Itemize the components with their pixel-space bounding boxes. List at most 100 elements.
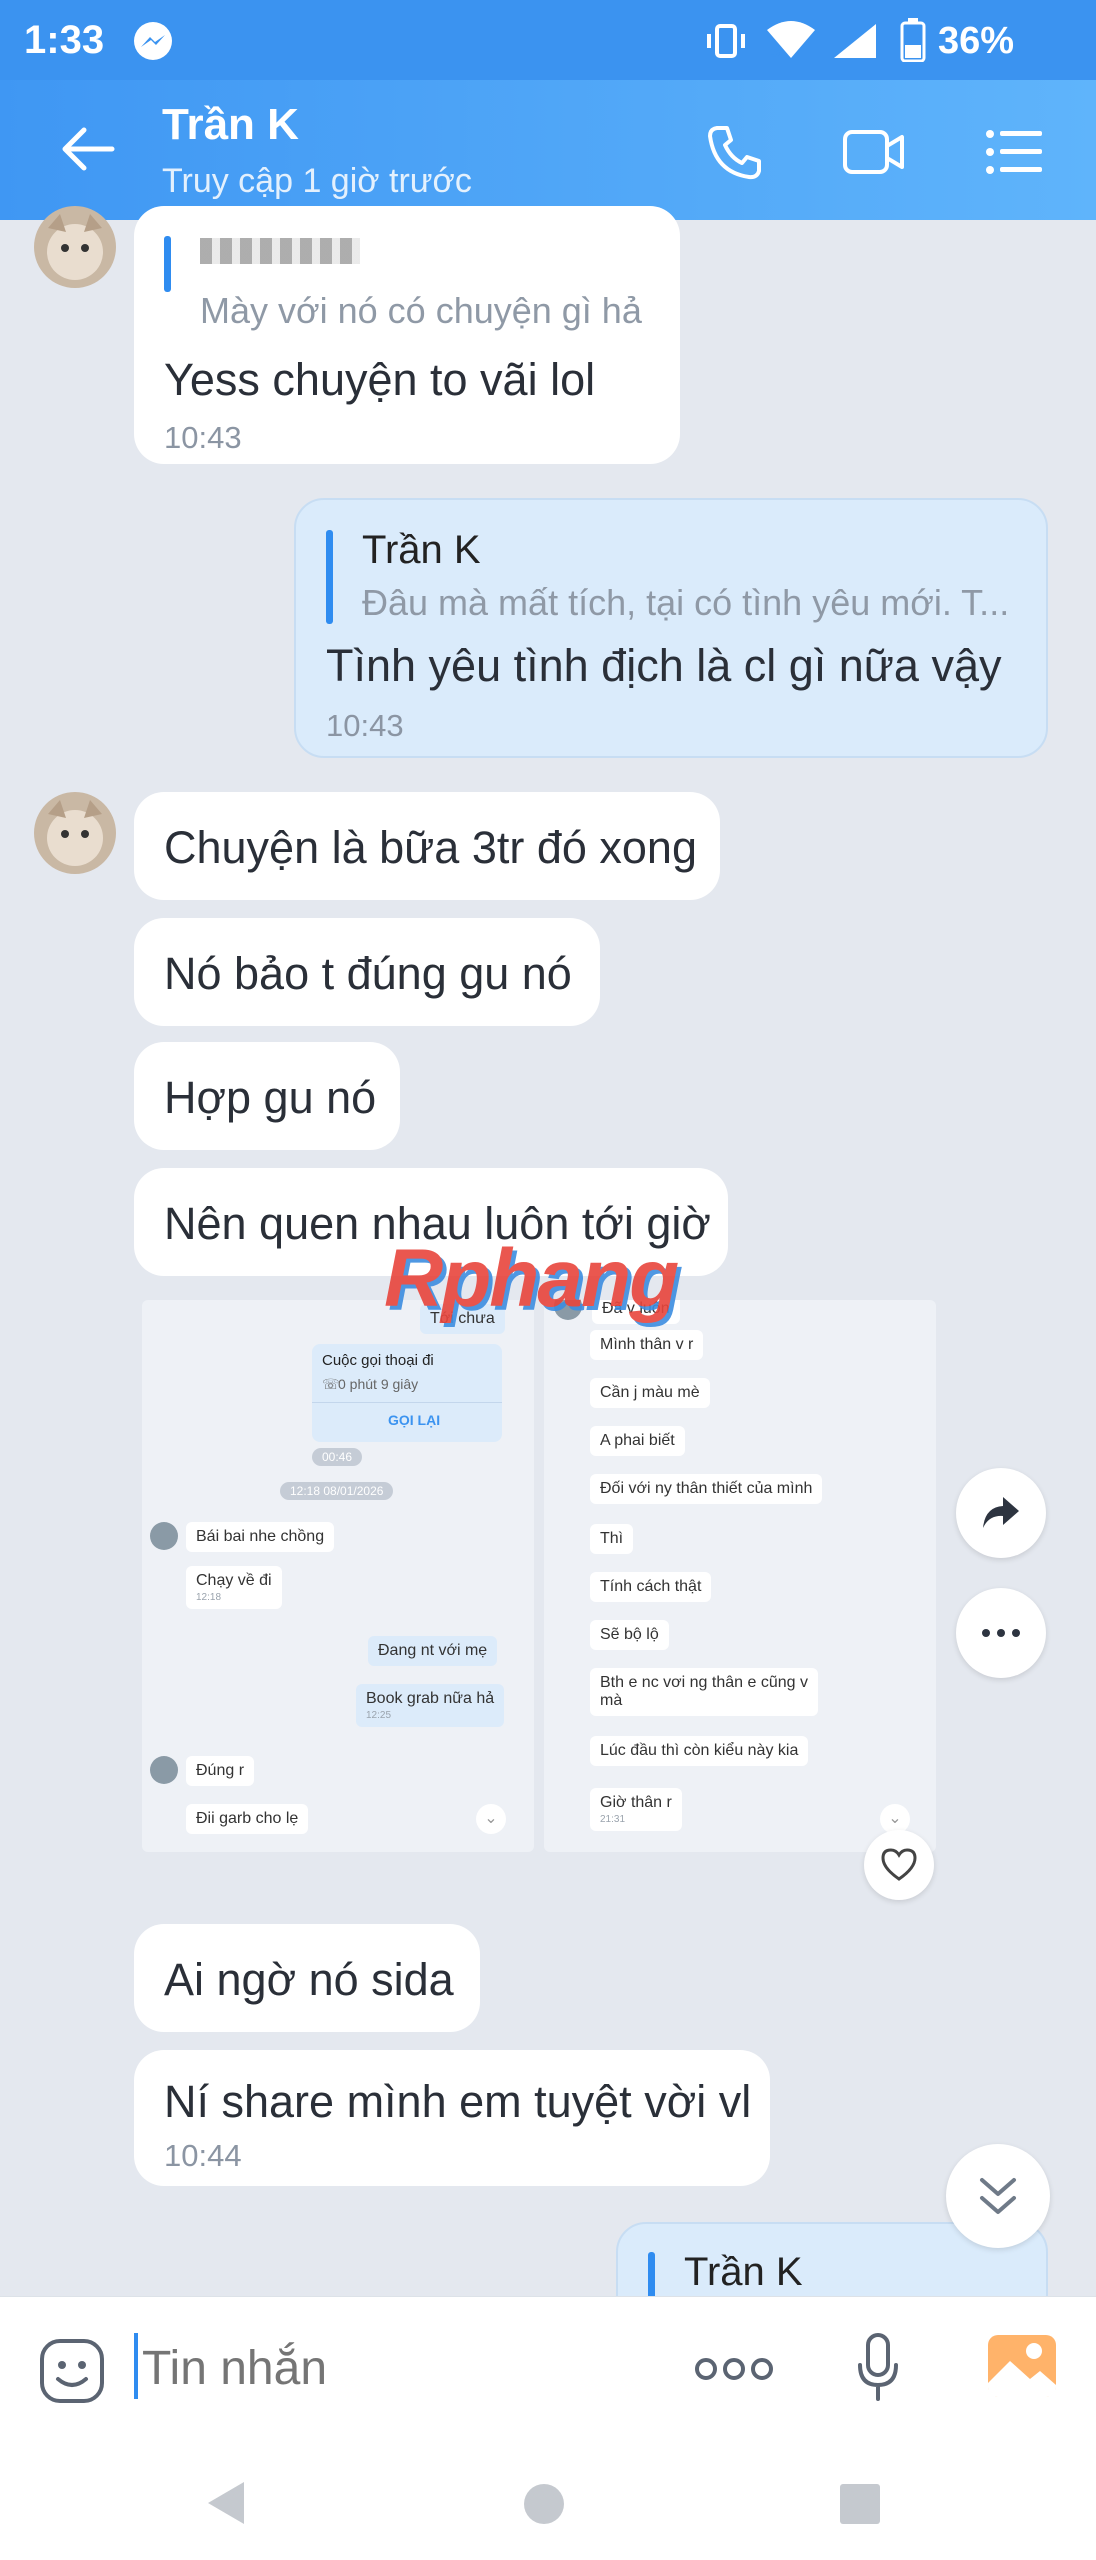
mini-avatar [150,1522,178,1550]
mini-msg: Đối với ny thân thiết của mình [590,1474,823,1504]
mini-msg-text: Giờ thân r [600,1794,672,1811]
mini-msg: Đúng r [186,1756,255,1786]
shared-image-chat-left[interactable]: Tới chưa Cuộc gọi thoại đi 0 phút 9 giây… [142,1300,534,1852]
mini-call-duration: 0 phút 9 giây [338,1376,419,1392]
nav-back-icon[interactable] [204,2480,246,2526]
mini-avatar [150,1756,178,1784]
nav-home-icon[interactable] [522,2482,566,2526]
text-cursor [134,2333,138,2399]
mini-msg-time: 12:18 [196,1592,222,1603]
avatar[interactable] [34,206,116,288]
message-text: Yess chuyện to vãi lol [164,354,596,405]
react-button[interactable] [864,1830,934,1900]
signal-icon [834,24,876,58]
mini-msg-text: Book grab nữa hả [366,1690,495,1707]
blurred-quote-name [200,238,360,264]
contact-name[interactable]: Trần K [162,100,299,150]
mini-msg: Bth e nc vơi ng thân e cũng v mà [590,1668,818,1716]
quote-name: Trần K [362,528,481,572]
battery-icon [900,18,926,62]
scroll-to-bottom-button[interactable] [946,2144,1050,2248]
mini-date-pill: 12:18 08/01/2026 [280,1482,394,1500]
mic-icon[interactable] [854,2331,902,2405]
forward-icon [983,1497,1019,1528]
mini-msg-text: Thì [600,1530,624,1547]
mini-msg-time: 12:25 [366,1710,392,1721]
mini-msg-text: Sẽ bộ lộ [600,1626,659,1643]
mini-msg: Chạy về đi 12:18 [186,1566,282,1609]
messenger-icon [134,22,172,60]
message-text: Ai ngờ nó sida [164,1954,454,2005]
quote-bar [326,530,333,624]
mini-msg-text: A phai biết [600,1432,675,1449]
back-arrow-icon[interactable] [60,124,116,174]
mini-msg: Sẽ bộ lộ [590,1620,669,1650]
message-input-bar [0,2296,1096,2441]
message-text: Chuyện là bữa 3tr đó xong [164,822,697,873]
status-time: 1:33 [24,18,105,62]
mini-msg-text: mà [600,1692,623,1709]
mini-msg: Giờ thân r 21:31 [590,1788,682,1831]
chat-header: Trần K Truy cập 1 giờ trước [0,80,1096,220]
message-bubble[interactable]: Chuyện là bữa 3tr đó xong [134,792,720,900]
mini-msg-time: 21:31 [600,1814,626,1825]
mini-divider [312,1402,502,1403]
message-input[interactable] [140,2331,664,2405]
mini-msg: Cần j màu mè [590,1378,710,1408]
sticker-icon[interactable] [38,2337,106,2405]
message-bubble[interactable]: Hợp gu nó [134,1042,400,1150]
mini-scroll-down-icon: ⌄ [476,1804,506,1834]
message-bubble[interactable]: Ai ngờ nó sida [134,1924,480,2032]
heart-icon [881,1848,917,1881]
mini-msg: Mình thân v r [590,1330,704,1360]
message-bubble[interactable]: Nó bảo t đúng gu nó [134,918,600,1026]
phone-icon[interactable] [705,122,765,182]
forward-button[interactable] [956,1468,1046,1558]
status-bar: 1:33 5 36% [0,0,1096,80]
android-nav-bar [0,2440,1096,2560]
mini-msg: Bái bai nhe chồng [186,1522,335,1552]
nav-recents-icon[interactable] [838,2482,882,2526]
mini-msg: Đii garb cho lẹ [186,1804,309,1834]
message-text: Tình yêu tình địch là cl gì nữa vậy [326,640,1002,691]
message-bubble[interactable]: Trần K Đâu mà mất tích, tại có tình yêu … [294,498,1048,758]
message-bubble[interactable]: Ní share mình em tuyệt vời vl 10:44 [134,2050,770,2186]
mini-msg-text: Tính cách thật [600,1578,702,1595]
mini-call-card: Cuộc gọi thoại đi 0 phút 9 giây ☏ GỌI LẠ… [312,1344,502,1442]
message-text: Nó bảo t đúng gu nó [164,948,572,999]
quote-name: Trần K [684,2250,803,2294]
mini-phone-icon: ☏ [322,1376,340,1392]
mini-msg-text: Cần j màu mè [600,1384,700,1401]
mini-msg: Lúc đầu thì còn kiểu này kia [590,1736,809,1766]
scroll-down-icon [980,2178,1016,2214]
message-text: Ní share mình em tuyệt vời vl [164,2076,752,2127]
mini-msg: Book grab nữa hả 12:25 [356,1684,505,1727]
mini-msg: A phai biết [590,1426,685,1456]
battery-percent: 36% [938,20,1015,62]
mini-msg: Thì [590,1524,634,1554]
more-dots-icon[interactable] [694,2355,774,2383]
watermark-logo: Rphang [384,1233,679,1324]
mini-call-title: Cuộc gọi thoại đi [322,1352,434,1369]
message-time: 10:43 [164,420,242,455]
menu-icon[interactable] [985,128,1043,176]
vibrate-icon [707,24,745,58]
more-options-button[interactable] [956,1588,1046,1678]
mini-msg-text: Lúc đầu thì còn kiểu này kia [600,1742,799,1759]
message-bubble[interactable]: Mày với nó có chuyện gì hả Yess chuyện t… [134,206,680,464]
mini-msg-text: Mình thân v r [600,1336,694,1353]
mini-msg-text: Đối với ny thân thiết của mình [600,1480,813,1497]
quote-text: Mày với nó có chuyện gì hả [200,290,642,331]
image-icon[interactable] [986,2333,1058,2399]
mini-call-again: GỌI LẠI [388,1412,441,1428]
shared-image-chat-right[interactable]: Đã v luôn Mình thân v r Cần j màu mè A pha… [544,1300,936,1852]
mini-msg: Tính cách thật [590,1572,712,1602]
more-icon [982,1629,1020,1637]
mini-msg-text: Bth e nc vơi ng thân e cũng v [600,1674,808,1691]
network-badge: 5 [771,44,780,61]
quote-text: Đâu mà mất tích, tại có tình yêu mới. T.… [362,582,1010,623]
quote-bar [164,236,171,292]
message-time: 10:43 [326,708,404,743]
avatar[interactable] [34,792,116,874]
video-icon[interactable] [842,126,906,178]
